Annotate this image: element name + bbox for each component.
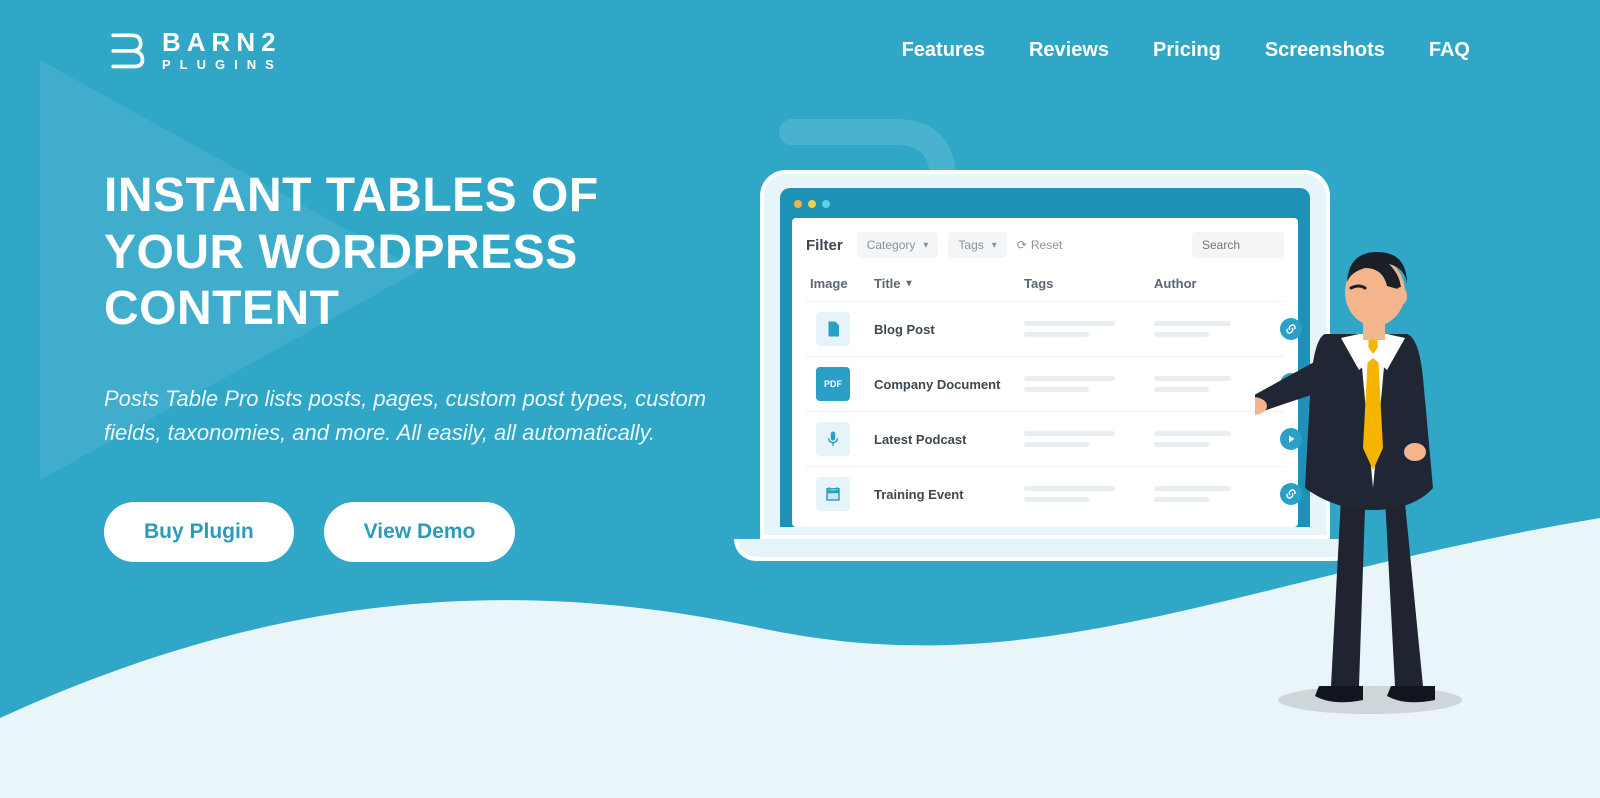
presenter-illustration	[1255, 238, 1485, 718]
row-title: Training Event	[874, 487, 1024, 502]
tags-placeholder	[1024, 376, 1154, 392]
nav-pricing[interactable]: Pricing	[1153, 39, 1221, 62]
main-nav: Features Reviews Pricing Screenshots FAQ	[902, 39, 1470, 62]
table-row: Blog Post	[806, 302, 1284, 357]
filter-tags[interactable]: Tags ▾	[948, 232, 1006, 258]
nav-faq[interactable]: FAQ	[1429, 39, 1470, 62]
pdf-icon: PDF	[816, 367, 850, 401]
nav-screenshots[interactable]: Screenshots	[1265, 39, 1385, 62]
brand-name: BARN2	[162, 28, 283, 58]
table-row: Training Event	[806, 467, 1284, 521]
nav-features[interactable]: Features	[902, 39, 985, 62]
tags-placeholder	[1024, 431, 1154, 447]
filter-bar: Filter Category ▾ Tags ▾ ⟳ Reset	[806, 232, 1284, 258]
barn2-logo-icon	[104, 28, 148, 72]
filter-category[interactable]: Category ▾	[857, 232, 939, 258]
nav-reviews[interactable]: Reviews	[1029, 39, 1109, 62]
col-image[interactable]: Image	[810, 276, 874, 291]
col-tags[interactable]: Tags	[1024, 276, 1154, 291]
table-row: Latest Podcast	[806, 412, 1284, 467]
hero-section: BARN2 PLUGINS Features Reviews Pricing S…	[0, 0, 1600, 798]
col-title[interactable]: Title ▾	[874, 276, 1024, 291]
filter-label: Filter	[806, 237, 843, 254]
tags-placeholder	[1024, 321, 1154, 337]
author-placeholder	[1154, 321, 1264, 337]
tags-placeholder	[1024, 486, 1154, 502]
author-placeholder	[1154, 376, 1264, 392]
author-placeholder	[1154, 486, 1264, 502]
row-title: Blog Post	[874, 322, 1024, 337]
chevron-down-icon: ▾	[992, 240, 997, 251]
site-header: BARN2 PLUGINS Features Reviews Pricing S…	[0, 28, 1600, 73]
col-author[interactable]: Author	[1154, 276, 1264, 291]
table-row: PDF Company Document	[806, 357, 1284, 412]
row-title: Company Document	[874, 377, 1024, 392]
calendar-icon	[816, 477, 850, 511]
reset-icon: ⟳	[1017, 238, 1027, 252]
brand-sub: PLUGINS	[162, 58, 283, 73]
row-title: Latest Podcast	[874, 432, 1024, 447]
table-app: Filter Category ▾ Tags ▾ ⟳ Reset	[792, 218, 1298, 527]
hero-copy: INSTANT TABLES OF YOUR WORDPRESS CONTENT…	[104, 168, 724, 562]
chevron-down-icon: ▾	[923, 240, 928, 251]
brand-logo[interactable]: BARN2 PLUGINS	[104, 28, 283, 73]
table-header: Image Title ▾ Tags Author	[806, 268, 1284, 302]
laptop-mockup: Filter Category ▾ Tags ▾ ⟳ Reset	[760, 170, 1330, 561]
doc-icon	[816, 312, 850, 346]
sort-icon: ▾	[907, 278, 912, 289]
buy-plugin-button[interactable]: Buy Plugin	[104, 502, 294, 562]
mic-icon	[816, 422, 850, 456]
window-dots	[792, 198, 1298, 218]
hero-subtitle: Posts Table Pro lists posts, pages, cust…	[104, 382, 724, 450]
author-placeholder	[1154, 431, 1264, 447]
hero-title: INSTANT TABLES OF YOUR WORDPRESS CONTENT	[104, 168, 724, 338]
view-demo-button[interactable]: View Demo	[324, 502, 516, 562]
filter-reset[interactable]: ⟳ Reset	[1017, 238, 1062, 252]
